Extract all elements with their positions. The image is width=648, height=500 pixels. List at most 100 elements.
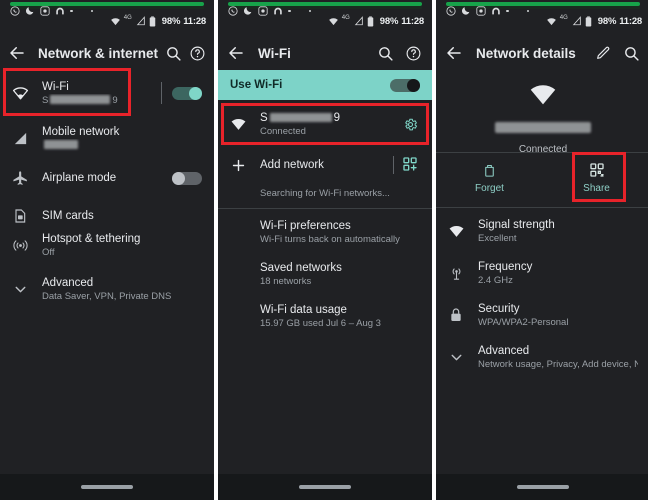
panel-wifi-list: 4G 98% 11:28 Wi-Fi Use Wi-Fi S 9 Connect… <box>218 0 432 500</box>
panel-network-and-internet: 4G 98% 11:28 Network & internet Wi-Fi S … <box>0 0 214 500</box>
detail-row-title: Frequency <box>478 260 533 273</box>
settings-row-hotspot-tethering[interactable]: Hotspot & tethering Off <box>0 224 214 266</box>
share-button[interactable]: Share <box>543 155 648 201</box>
network-type-label: 4G <box>341 15 350 21</box>
detail-row-security: Security WPA/WPA2-Personal <box>436 296 648 334</box>
battery-icon <box>585 16 595 27</box>
settings-row-title: SIM cards <box>42 210 94 222</box>
gear-icon[interactable] <box>400 114 420 134</box>
search-icon[interactable] <box>374 42 396 64</box>
page-title: Wi-Fi <box>258 45 291 61</box>
wifi-icon <box>230 116 260 133</box>
frequency-icon <box>448 265 478 282</box>
divider <box>393 156 394 174</box>
add-network-row[interactable]: Add network <box>218 150 432 180</box>
detail-row-value: WPA/WPA2-Personal <box>478 316 569 328</box>
settings-row-title: Wi-Fi <box>42 80 69 93</box>
airplane-mode-toggle[interactable] <box>172 171 202 185</box>
page-title: Network & internet <box>38 45 159 61</box>
wifi-network-row-connected[interactable]: S9 Connected <box>218 106 432 142</box>
search-icon[interactable] <box>620 42 642 64</box>
detail-row-value: Network usage, Privacy, Add device, Netw… <box>478 358 638 370</box>
settings-row-subtitle: S9 <box>42 94 118 106</box>
wifi-toggle[interactable] <box>172 86 202 100</box>
pencil-icon[interactable] <box>592 42 614 64</box>
cell-signal-icon <box>12 130 42 147</box>
clock-label: 11:28 <box>619 15 642 27</box>
app-bar-network-details: Network details <box>436 36 648 70</box>
settings-row-title: Airplane mode <box>42 172 117 184</box>
help-icon[interactable] <box>402 42 424 64</box>
settings-row-subtitle <box>42 139 202 152</box>
cell-signal-icon <box>136 16 146 26</box>
trash-icon <box>482 163 497 178</box>
detail-row-value: Excellent <box>478 232 517 244</box>
status-bar: 4G 98% 11:28 <box>436 10 648 32</box>
home-pill[interactable] <box>81 485 133 489</box>
gesture-nav-bar <box>218 474 432 500</box>
detail-row-title: Advanced <box>478 344 530 357</box>
airplane-icon <box>12 170 42 187</box>
battery-percent-label: 98% <box>597 15 617 27</box>
forget-button[interactable]: Forget <box>436 155 543 201</box>
settings-row-mobile-network[interactable]: Mobile network <box>0 118 214 158</box>
back-button[interactable] <box>444 43 464 63</box>
detail-row-signal-strength: Signal strength Excellent <box>436 212 648 250</box>
home-pill[interactable] <box>299 485 351 489</box>
settings-row-saved-networks[interactable]: Saved networks 18 networks <box>218 256 432 292</box>
settings-row-wifi-preferences[interactable]: Wi-Fi preferences Wi-Fi turns back on au… <box>218 214 432 250</box>
network-action-buttons: Forget Share <box>436 155 648 201</box>
divider <box>161 82 162 104</box>
home-pill[interactable] <box>517 485 569 489</box>
gesture-nav-bar <box>0 474 214 500</box>
wifi-icon <box>448 223 478 240</box>
settings-row-title: Mobile network <box>42 125 120 138</box>
wifi-icon <box>12 85 42 102</box>
back-button[interactable] <box>8 43 26 63</box>
searching-status-row: Searching for Wi-Fi networks... <box>218 182 432 204</box>
network-type-label: 4G <box>123 15 132 21</box>
plus-icon <box>230 157 260 174</box>
battery-percent-label: 98% <box>379 15 399 27</box>
settings-row-title: Advanced <box>42 276 94 289</box>
settings-row-airplane-mode[interactable]: Airplane mode <box>0 160 214 196</box>
wifi-status: Connected <box>260 125 306 137</box>
qr-scan-icon[interactable] <box>402 156 420 174</box>
wifi-icon <box>110 16 120 26</box>
settings-row-subtitle: Off <box>42 246 55 258</box>
status-bar: 4G 98% 11:28 <box>218 10 432 32</box>
clock-label: 11:28 <box>401 15 424 27</box>
network-status-label: Connected <box>518 144 568 155</box>
settings-row-wifi[interactable]: Wi-Fi S9 <box>0 72 214 114</box>
divider <box>218 208 432 209</box>
help-icon[interactable] <box>188 42 206 64</box>
chevron-down-icon <box>448 349 478 366</box>
add-network-label: Add network <box>260 159 324 171</box>
three-panel-screenshot-strip: 4G 98% 11:28 Network & internet Wi-Fi S … <box>0 0 648 500</box>
settings-row-subtitle: Wi-Fi turns back on automatically <box>260 233 400 245</box>
forget-label: Forget <box>475 182 504 194</box>
settings-row-advanced[interactable]: Advanced Data Saver, VPN, Private DNS <box>0 268 214 310</box>
use-wifi-toggle[interactable] <box>390 78 420 92</box>
settings-row-subtitle: 18 networks <box>260 275 312 287</box>
wifi-icon <box>328 16 338 26</box>
back-button[interactable] <box>226 43 246 63</box>
divider <box>436 207 648 208</box>
detail-row-title: Signal strength <box>478 218 555 231</box>
detail-row-frequency: Frequency 2.4 GHz <box>436 254 648 292</box>
detail-row-value: 2.4 GHz <box>478 274 513 286</box>
detail-row-advanced[interactable]: Advanced Network usage, Privacy, Add dev… <box>436 338 648 376</box>
settings-row-wifi-data-usage[interactable]: Wi-Fi data usage 15.97 GB used Jul 6 – A… <box>218 298 432 334</box>
panel-network-details: 4G 98% 11:28 Network details Connected F… <box>436 0 648 500</box>
divider <box>436 152 648 153</box>
wifi-ssid: S9 <box>260 111 341 124</box>
settings-row-title: Wi-Fi data usage <box>260 303 347 316</box>
share-label: Share <box>583 183 610 194</box>
network-detail-header: Connected <box>436 80 648 155</box>
use-wifi-banner[interactable]: Use Wi-Fi <box>218 70 432 100</box>
detail-row-title: Security <box>478 302 520 315</box>
qr-code-icon <box>589 162 605 178</box>
search-icon[interactable] <box>164 42 182 64</box>
hotspot-icon <box>12 237 42 254</box>
wifi-icon <box>546 16 556 26</box>
